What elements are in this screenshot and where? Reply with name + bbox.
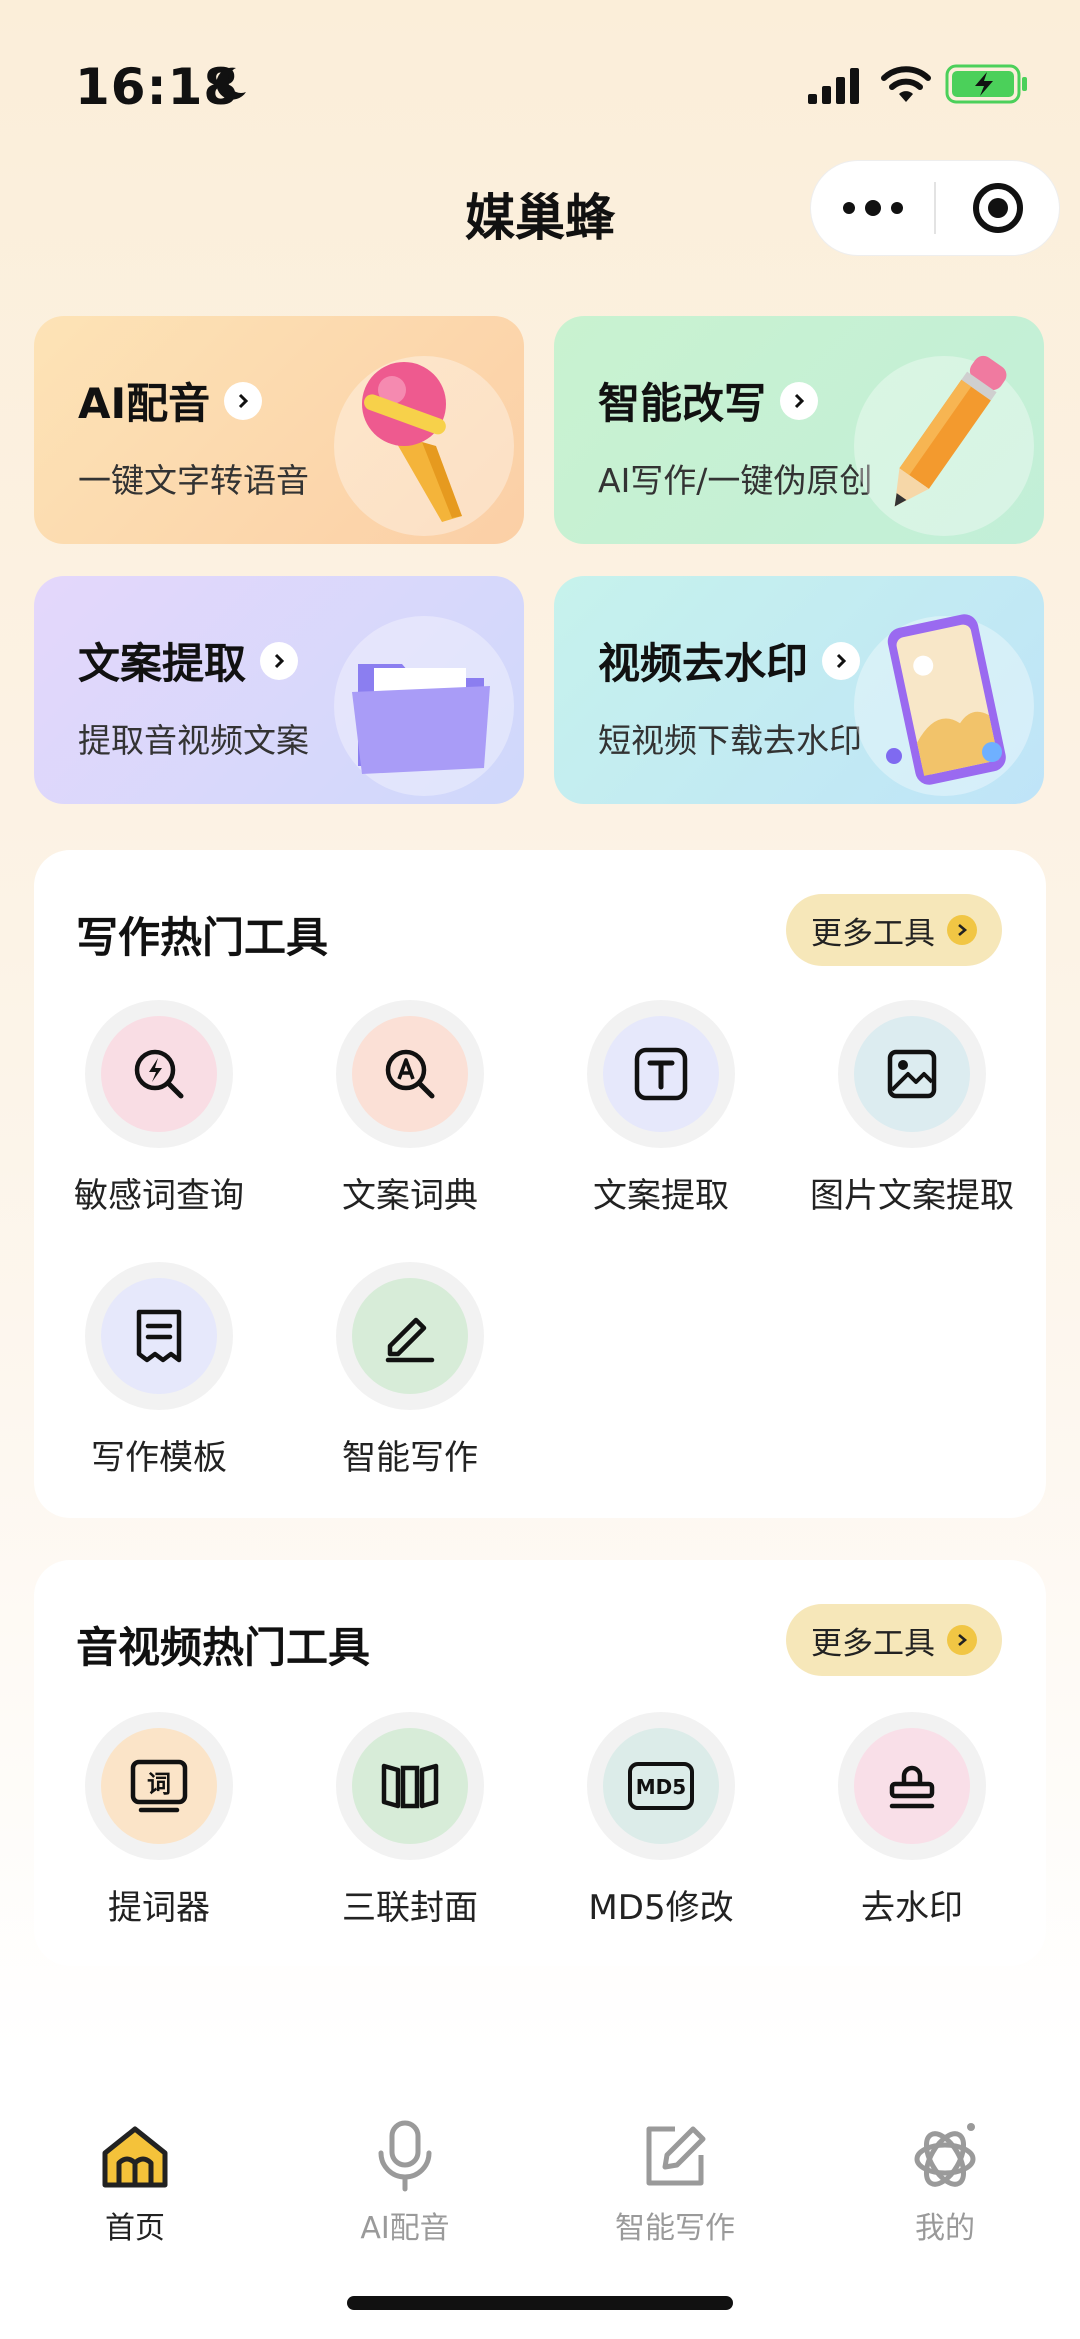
- chevron-right-icon: [260, 641, 299, 680]
- wifi-icon: [881, 66, 931, 102]
- feature-title: 智能改写: [598, 370, 819, 431]
- close-miniprogram-button[interactable]: [936, 160, 1059, 256]
- edit-icon: [646, 2126, 706, 2186]
- status-bar: 16:18: [0, 0, 1080, 170]
- chevron-right-icon: [780, 381, 819, 420]
- tool-sensitive-word[interactable]: 敏感词查询: [34, 1000, 284, 1217]
- more-tools-button[interactable]: 更多工具: [786, 894, 1002, 966]
- home-indicator: [347, 2296, 733, 2310]
- feature-subtitle: 提取音视频文案: [78, 721, 309, 760]
- panel-title: 写作热门工具: [76, 913, 329, 962]
- tool-teleprompter[interactable]: 词 提词器: [34, 1712, 284, 1929]
- text-t-icon: [634, 1047, 688, 1101]
- feature-subtitle: 短视频下载去水印: [598, 721, 862, 760]
- tool-copy-extract[interactable]: 文案提取: [536, 1000, 786, 1217]
- tool-label: 提词器: [108, 1888, 210, 1928]
- tab-label: 首页: [105, 2211, 165, 2246]
- tool-label: 智能写作: [342, 1438, 478, 1478]
- phone-icon: [886, 614, 1006, 785]
- panel-title: 音视频热门工具: [76, 1623, 371, 1672]
- edit-icon: [385, 1317, 435, 1363]
- writing-tools-panel: 写作热门工具 更多工具 敏感词查询 文案词典 文案提取 图片文案提取 写作模板 …: [34, 850, 1046, 1518]
- feature-title: 视频去水印: [598, 630, 861, 691]
- tool-label: 写作模板: [91, 1438, 227, 1478]
- moon-icon: [216, 67, 246, 100]
- feature-subtitle: AI写作/一键伪原创: [598, 461, 873, 500]
- tab-label: 我的: [915, 2211, 975, 2246]
- feature-subtitle: 一键文字转语音: [78, 461, 309, 500]
- teleprompter-icon: 词: [130, 1759, 188, 1813]
- feature-card-copy-extract[interactable]: 文案提取 提取音视频文案: [34, 576, 524, 804]
- tab-label: 智能写作: [615, 2211, 735, 2246]
- tool-label: 文案词典: [342, 1176, 478, 1216]
- chevron-right-icon: [822, 641, 861, 680]
- svg-text:词: 词: [147, 1770, 171, 1798]
- md5-icon: MD5: [628, 1762, 694, 1810]
- tool-md5-modify[interactable]: MD5 MD5修改: [536, 1712, 786, 1929]
- tab-ai-voice[interactable]: AI配音: [270, 2115, 540, 2247]
- tab-label: AI配音: [360, 2211, 450, 2246]
- feature-card-ai-voice[interactable]: AI配音 一键文字转语音: [34, 316, 524, 544]
- chevron-right-icon: [224, 381, 263, 420]
- tool-label: MD5修改: [588, 1888, 734, 1928]
- tool-copy-dictionary[interactable]: 文案词典: [285, 1000, 535, 1217]
- target-icon: [972, 183, 1023, 233]
- tool-label: 去水印: [861, 1888, 963, 1928]
- feature-card-smart-rewrite[interactable]: 智能改写 AI写作/一键伪原创: [554, 316, 1044, 544]
- feature-title: AI配音: [78, 370, 263, 431]
- home-icon: [102, 2126, 168, 2188]
- chevron-right-icon: [947, 915, 977, 945]
- tool-label: 图片文案提取: [810, 1176, 1014, 1216]
- tool-remove-watermark[interactable]: 去水印: [787, 1712, 1037, 1929]
- stamp-icon: [889, 1765, 935, 1809]
- more-options-button[interactable]: [811, 160, 934, 256]
- pencil-icon: [894, 355, 1007, 507]
- battery-icon: [945, 64, 1027, 104]
- tool-label: 敏感词查询: [74, 1176, 244, 1216]
- tab-profile[interactable]: 我的: [810, 2115, 1080, 2247]
- av-tools-panel: 音视频热门工具 更多工具 词 提词器 三联封面 MD5 MD5修改 去水印: [34, 1560, 1046, 1966]
- dictionary-search-icon: [385, 1049, 435, 1099]
- microphone-icon: [378, 2120, 432, 2192]
- tool-label: 文案提取: [593, 1176, 729, 1216]
- tool-triptych-cover[interactable]: 三联封面: [285, 1712, 535, 1929]
- tool-label: 三联封面: [342, 1888, 478, 1928]
- chevron-right-icon: [947, 1625, 977, 1655]
- template-icon: [136, 1309, 182, 1363]
- profile-icon: [914, 2123, 976, 2187]
- tool-writing-template[interactable]: 写作模板: [34, 1262, 284, 1479]
- tool-image-text-extract[interactable]: 图片文案提取: [787, 1000, 1037, 1217]
- signal-icon: [808, 68, 859, 104]
- feature-title: 文案提取: [78, 630, 299, 691]
- microphone-icon: [362, 362, 462, 522]
- image-icon: [887, 1049, 937, 1099]
- feature-card-remove-watermark[interactable]: 视频去水印 短视频下载去水印: [554, 576, 1044, 804]
- triptych-icon: [381, 1763, 439, 1809]
- tool-smart-writing[interactable]: 智能写作: [285, 1262, 535, 1479]
- tab-home[interactable]: 首页: [0, 2115, 270, 2247]
- miniprogram-capsule: [810, 160, 1060, 256]
- svg-text:MD5: MD5: [636, 1775, 686, 1799]
- tab-smart-writing[interactable]: 智能写作: [540, 2115, 810, 2247]
- more-tools-button[interactable]: 更多工具: [786, 1604, 1002, 1676]
- sensitive-search-icon: [134, 1049, 184, 1099]
- folder-icon: [352, 664, 490, 774]
